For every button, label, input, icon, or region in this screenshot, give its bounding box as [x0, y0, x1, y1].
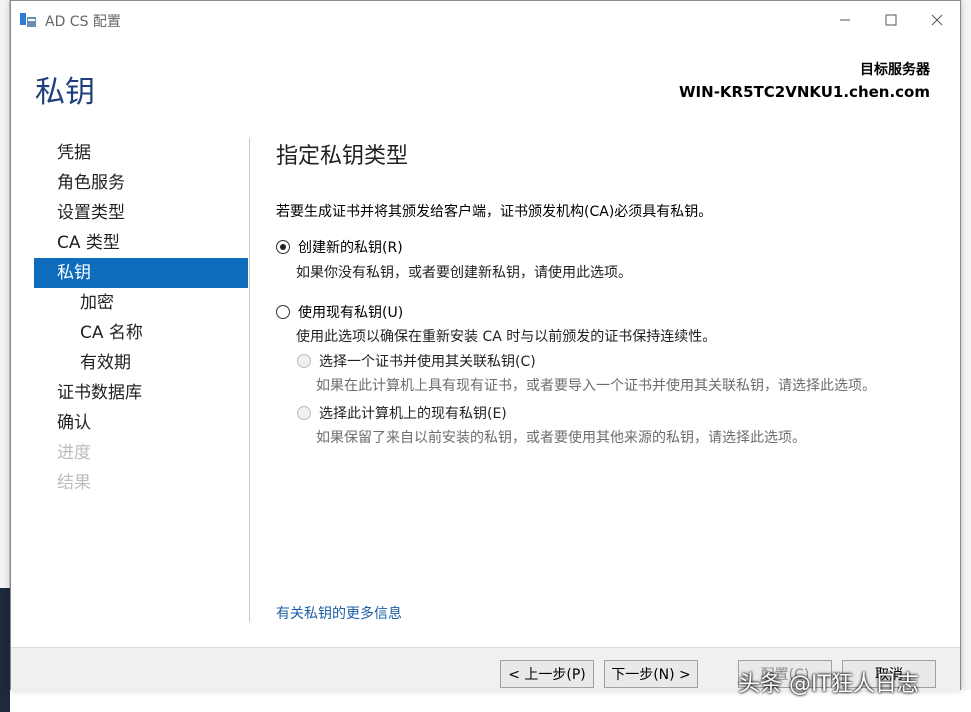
nav-item-credentials[interactable]: 凭据	[34, 138, 248, 168]
next-button[interactable]: 下一步(N) >	[604, 660, 698, 688]
watermark-text: 头条 @IT狂人日志	[738, 672, 919, 697]
radio-create-new-key-label[interactable]: 创建新的私钥(R)	[298, 237, 403, 257]
create-new-key-desc: 如果你没有私钥，或者要创建新私钥，请使用此选项。	[296, 265, 632, 281]
nav-item-validity-period[interactable]: 有效期	[34, 348, 248, 378]
intro-text: 若要生成证书并将其颁发给客户端，证书颁发机构(CA)必须具有私钥。	[276, 204, 713, 220]
page-header-title: 私钥	[35, 75, 95, 110]
radio-select-certificate: 选择一个证书并使用其关联私钥(C)	[297, 351, 536, 371]
radio-select-certificate-label: 选择一个证书并使用其关联私钥(C)	[319, 354, 536, 370]
minimize-button[interactable]	[822, 1, 868, 39]
background-window-edge	[0, 0, 10, 590]
background-desktop	[0, 588, 10, 712]
ad-cs-config-window: AD CS 配置 私钥 目标服务器 WIN-KR5TC2VNKU1.chen.c…	[10, 0, 961, 691]
nav-item-setup-type[interactable]: 设置类型	[34, 198, 248, 228]
minimize-icon	[840, 19, 850, 21]
nav-item-role-services[interactable]: 角色服务	[34, 168, 248, 198]
radio-select-existing-key-control	[297, 406, 311, 420]
target-server-label: 目标服务器	[860, 62, 930, 78]
nav-item-results: 结果	[57, 473, 91, 493]
select-certificate-desc: 如果在此计算机上具有现有证书，或者要导入一个证书并使用其关联私钥，请选择此选项。	[316, 378, 876, 394]
nav-item-cryptography[interactable]: 加密	[34, 288, 248, 318]
title-bar[interactable]: AD CS 配置	[11, 1, 960, 39]
nav-item-certificate-database[interactable]: 证书数据库	[34, 378, 248, 408]
use-existing-key-desc: 使用此选项以确保在重新安装 CA 时与以前颁发的证书保持连续性。	[296, 329, 717, 345]
nav-divider	[249, 138, 250, 622]
select-existing-key-desc: 如果保留了来自以前安装的私钥，或者要使用其他来源的私钥，请选择此选项。	[316, 430, 806, 446]
radio-use-existing-key-control[interactable]	[276, 305, 290, 319]
previous-button[interactable]: < 上一步(P)	[500, 660, 594, 688]
radio-use-existing-key[interactable]: 使用现有私钥(U)	[276, 302, 403, 322]
target-server-name: WIN-KR5TC2VNKU1.chen.com	[679, 83, 930, 101]
wizard-nav: 凭据 角色服务 设置类型 CA 类型 私钥 加密 CA 名称 有效期 证书数据库…	[34, 138, 248, 498]
radio-select-existing-key-label: 选择此计算机上的现有私钥(E)	[319, 406, 507, 422]
radio-create-new-key[interactable]: 创建新的私钥(R)	[276, 237, 403, 257]
nav-item-confirmation[interactable]: 确认	[34, 408, 248, 438]
nav-item-private-key[interactable]: 私钥	[34, 258, 248, 288]
radio-create-new-key-control[interactable]	[276, 240, 290, 254]
section-title: 指定私钥类型	[276, 144, 409, 169]
window-title: AD CS 配置	[45, 14, 121, 30]
more-info-link[interactable]: 有关私钥的更多信息	[276, 603, 402, 623]
close-button[interactable]	[914, 1, 960, 39]
maximize-icon	[885, 14, 897, 26]
server-manager-icon	[20, 13, 36, 27]
radio-select-existing-key: 选择此计算机上的现有私钥(E)	[297, 403, 507, 423]
maximize-button[interactable]	[868, 1, 914, 39]
nav-item-ca-name[interactable]: CA 名称	[34, 318, 248, 348]
nav-item-progress: 进度	[57, 443, 91, 463]
radio-use-existing-key-label[interactable]: 使用现有私钥(U)	[298, 302, 403, 322]
radio-select-certificate-control	[297, 354, 311, 368]
nav-item-ca-type[interactable]: CA 类型	[34, 228, 248, 258]
close-icon	[931, 14, 943, 26]
